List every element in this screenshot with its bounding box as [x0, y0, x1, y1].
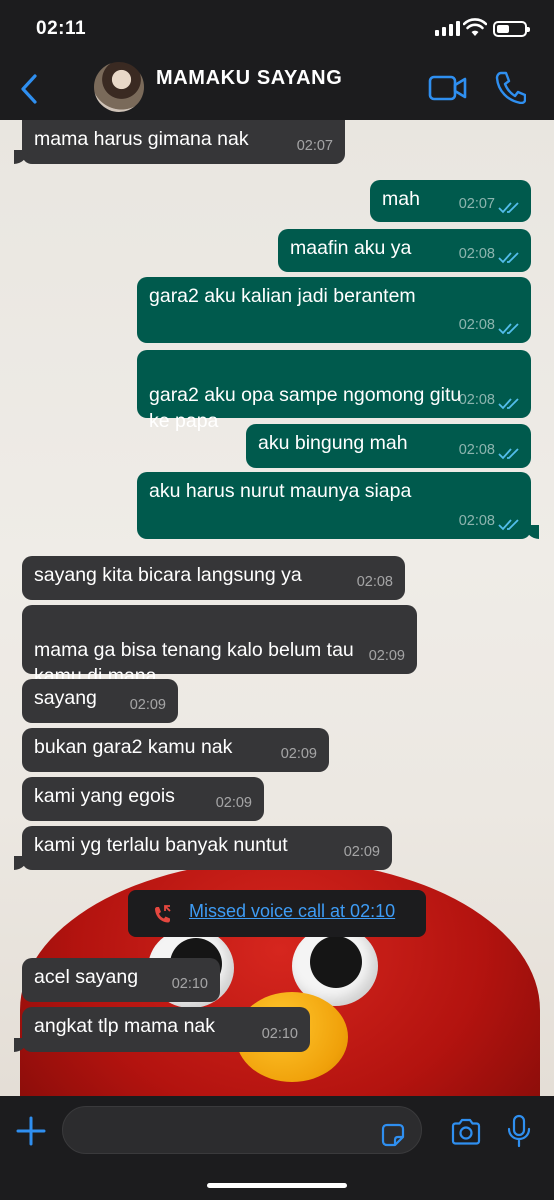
message-incoming[interactable]: sayang kita bicara langsung ya 02:08 — [22, 556, 405, 600]
microphone-icon[interactable] — [506, 1114, 532, 1148]
message-time: 02:09 — [368, 648, 405, 664]
chat-area[interactable]: mama harus gimana nak 02:07 mah 02:07 ma… — [0, 120, 554, 1096]
message-outgoing[interactable]: gara2 aku kalian jadi berantem 02:08 — [137, 277, 531, 343]
message-text: mama harus gimana nak — [34, 128, 249, 150]
message-time: 02:08 — [458, 246, 495, 262]
read-ticks-icon — [498, 202, 519, 214]
missed-call-notice[interactable]: Missed voice call at 02:10 — [128, 890, 426, 937]
message-input[interactable] — [62, 1106, 422, 1154]
message-outgoing[interactable]: aku harus nurut maunya siapa 02:08 — [137, 472, 539, 539]
message-incoming[interactable]: mama ga bisa tenang kalo belum tau kamu … — [22, 605, 417, 687]
status-time: 02:11 — [36, 18, 87, 39]
video-call-icon[interactable] — [428, 74, 468, 102]
message-text: maafin aku ya — [290, 237, 412, 259]
message-text: kami yang egois — [34, 785, 175, 807]
message-text: acel sayang — [34, 966, 139, 988]
message-outgoing[interactable]: maafin aku ya 02:08 — [278, 229, 531, 272]
message-incoming[interactable]: bukan gara2 kamu nak 02:09 — [22, 728, 329, 772]
message-text: bukan gara2 kamu nak — [34, 736, 233, 758]
message-time: 02:09 — [129, 697, 166, 713]
message-text: aku harus nurut maunya siapa — [149, 480, 412, 502]
message-time: 02:08 — [458, 392, 495, 408]
missed-call-icon — [155, 905, 171, 923]
contact-name[interactable]: MAMAKU SAYANG — [156, 67, 342, 90]
chat-header: MAMAKU SAYANG — [0, 58, 554, 120]
message-text: kami yg terlalu banyak nuntut — [34, 834, 288, 856]
message-time: 02:09 — [343, 844, 380, 860]
message-time: 02:08 — [458, 513, 495, 529]
message-text: aku bingung mah — [258, 432, 408, 454]
read-ticks-icon — [498, 323, 519, 335]
read-ticks-icon — [498, 519, 519, 531]
message-incoming[interactable]: angkat tlp mama nak 02:10 — [14, 1007, 310, 1052]
message-text: sayang — [34, 687, 97, 709]
message-time: 02:07 — [296, 138, 333, 154]
plus-icon[interactable] — [16, 1116, 46, 1146]
status-bar: 02:11 — [0, 0, 554, 58]
sticker-icon[interactable] — [380, 1122, 406, 1148]
back-chevron-icon[interactable] — [16, 72, 44, 106]
read-ticks-icon — [498, 448, 519, 460]
missed-call-text[interactable]: Missed voice call at 02:10 — [189, 901, 395, 922]
read-ticks-icon — [498, 252, 519, 264]
message-time: 02:07 — [458, 196, 495, 212]
message-time: 02:08 — [458, 317, 495, 333]
message-time: 02:08 — [356, 574, 393, 590]
message-time: 02:09 — [215, 795, 252, 811]
avatar[interactable] — [94, 62, 144, 112]
message-text: gara2 aku kalian jadi berantem — [149, 285, 416, 307]
message-time: 02:09 — [280, 746, 317, 762]
message-text: sayang kita bicara langsung ya — [34, 564, 302, 586]
message-incoming[interactable]: acel sayang 02:10 — [22, 958, 220, 1002]
message-time: 02:08 — [458, 442, 495, 458]
battery-icon — [493, 21, 530, 37]
camera-icon[interactable] — [450, 1118, 482, 1146]
message-outgoing[interactable]: mah 02:07 — [370, 180, 531, 222]
message-time: 02:10 — [171, 976, 208, 992]
home-indicator[interactable] — [207, 1183, 347, 1188]
message-text: mah — [382, 188, 420, 210]
wifi-icon — [463, 18, 487, 36]
message-outgoing[interactable]: aku bingung mah 02:08 — [246, 424, 531, 468]
message-incoming[interactable]: mama harus gimana nak 02:07 — [14, 120, 345, 164]
cellular-signal-icon — [435, 20, 461, 36]
message-outgoing[interactable]: gara2 aku opa sampe ngomong gitu ke papa… — [137, 350, 531, 432]
message-incoming[interactable]: sayang 02:09 — [22, 679, 178, 723]
phone-call-icon[interactable] — [494, 70, 526, 104]
message-text: angkat tlp mama nak — [34, 1015, 216, 1037]
message-incoming[interactable]: kami yang egois 02:09 — [22, 777, 264, 821]
message-time: 02:10 — [261, 1026, 298, 1042]
message-incoming[interactable]: kami yg terlalu banyak nuntut 02:09 — [14, 826, 392, 870]
read-ticks-icon — [498, 398, 519, 410]
